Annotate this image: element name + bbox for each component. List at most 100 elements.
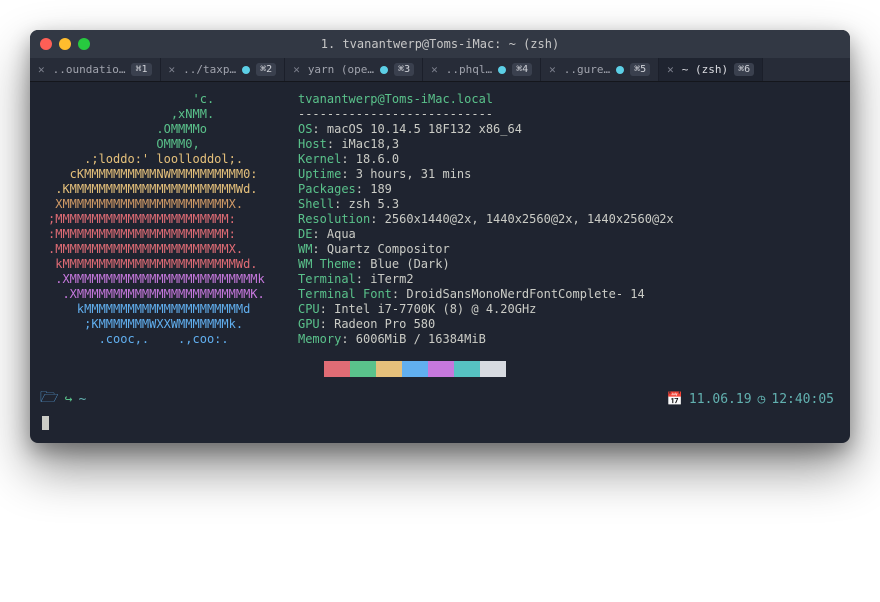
- info-row: Packages: 189: [298, 182, 674, 197]
- info-row: WM Theme: Blue (Dark): [298, 257, 674, 272]
- swatch: [324, 361, 350, 377]
- tab-label: yarn (ope…: [308, 63, 374, 76]
- info-key: Shell: [298, 197, 334, 211]
- info-key: Memory: [298, 332, 341, 346]
- info-value: : iTerm2: [356, 272, 414, 286]
- tab-close-icon[interactable]: ✕: [549, 63, 556, 76]
- tab-5[interactable]: ✕ ~ (zsh) ⌘6: [659, 58, 763, 81]
- swatch: [402, 361, 428, 377]
- ascii-line: .KMMMMMMMMMMMMMMMMMMMMMMMWd.: [48, 182, 272, 197]
- tab-3[interactable]: ✕..phql…⌘4: [423, 58, 541, 81]
- info-row: WM: Quartz Compositor: [298, 242, 674, 257]
- info-row: Kernel: 18.6.0: [298, 152, 674, 167]
- info-key: OS: [298, 122, 312, 136]
- ascii-line: XMMMMMMMMMMMMMMMMMMMMMMMX.: [48, 197, 272, 212]
- tab-label: ../taxp…: [183, 63, 236, 76]
- tab-close-icon[interactable]: ✕: [667, 63, 674, 76]
- tab-label: ..phql…: [446, 63, 492, 76]
- status-date: 11.06.19: [689, 392, 752, 407]
- swatch: [376, 361, 402, 377]
- prompt-line[interactable]: [30, 416, 850, 443]
- cursor-icon: [42, 416, 49, 430]
- folder-icon: 🗁: [40, 387, 59, 412]
- info-row: Memory: 6006MiB / 16384MiB: [298, 332, 674, 347]
- info-value: : zsh 5.3: [334, 197, 399, 211]
- ascii-line: ,xNMM.: [48, 107, 272, 122]
- ascii-line: .XMMMMMMMMMMMMMMMMMMMMMMMMK.: [48, 287, 272, 302]
- info-key: WM: [298, 242, 312, 256]
- info-key: Uptime: [298, 167, 341, 181]
- tab-bar: ✕ ..oundatio… ⌘1 ✕ ../taxp… ⌘2 ✕ yarn (ope… ⌘3 ✕.…: [30, 58, 850, 82]
- ascii-line: ;KMMMMMMMWXXWMMMMMMMk.: [48, 317, 272, 332]
- tab-label: ..gure…: [564, 63, 610, 76]
- ascii-line: .XMMMMMMMMMMMMMMMMMMMMMMMMMMk: [48, 272, 272, 287]
- info-row: CPU: Intel i7-7700K (8) @ 4.20GHz: [298, 302, 674, 317]
- tab-1[interactable]: ✕ ../taxp… ⌘2: [161, 58, 286, 81]
- info-row: Terminal: iTerm2: [298, 272, 674, 287]
- info-key: Terminal Font: [298, 287, 392, 301]
- info-row: Shell: zsh 5.3: [298, 197, 674, 212]
- info-key: Terminal: [298, 272, 356, 286]
- info-value: : Quartz Compositor: [312, 242, 449, 256]
- info-row: OS: macOS 10.14.5 18F132 x86_64: [298, 122, 674, 137]
- info-key: GPU: [298, 317, 320, 331]
- tab-shortcut: ⌘2: [256, 63, 276, 76]
- tab-4[interactable]: ✕..gure…⌘5: [541, 58, 659, 81]
- tab-shortcut: ⌘3: [394, 63, 414, 76]
- swatch: [428, 361, 454, 377]
- terminal-window: 1. tvanantwerp@Toms-iMac: ~ (zsh) ✕ ..oun…: [30, 30, 850, 443]
- tab-shortcut: ⌘6: [734, 63, 754, 76]
- ascii-line: .OMMMMo: [48, 122, 272, 137]
- info-key: Packages: [298, 182, 356, 196]
- ascii-line: 'c.: [48, 92, 272, 107]
- tab-close-icon[interactable]: ✕: [38, 63, 45, 76]
- ascii-line: cKMMMMMMMMMMNWMMMMMMMMMM0:: [48, 167, 272, 182]
- info-value: : macOS 10.14.5 18F132 x86_64: [312, 122, 522, 136]
- titlebar[interactable]: 1. tvanantwerp@Toms-iMac: ~ (zsh): [30, 30, 850, 58]
- tab-close-icon[interactable]: ✕: [293, 63, 300, 76]
- ascii-line: kMMMMMMMMMMMMMMMMMMMMMMd: [48, 302, 272, 317]
- divider: ---------------------------: [298, 107, 674, 122]
- swatch: [298, 361, 324, 377]
- ascii-line: :MMMMMMMMMMMMMMMMMMMMMMMM:: [48, 227, 272, 242]
- tab-shortcut: ⌘1: [131, 63, 151, 76]
- info-key: CPU: [298, 302, 320, 316]
- swatch: [350, 361, 376, 377]
- info-row: Terminal Font: DroidSansMonoNerdFontComp…: [298, 287, 674, 302]
- info-row: Uptime: 3 hours, 31 mins: [298, 167, 674, 182]
- info-key: Kernel: [298, 152, 341, 166]
- dirty-indicator-icon: [380, 66, 388, 74]
- tab-label: ~ (zsh): [682, 63, 728, 76]
- terminal-content[interactable]: 'c. ,xNMM. .OMMMMo OMMM0, .;loddo:' lool…: [30, 82, 850, 383]
- tab-0[interactable]: ✕ ..oundatio… ⌘1: [30, 58, 161, 81]
- info-value: : 6006MiB / 16384MiB: [341, 332, 486, 346]
- zoom-icon[interactable]: [78, 38, 90, 50]
- dirty-indicator-icon: [616, 66, 624, 74]
- ascii-line: .cooc,. .,coo:.: [48, 332, 272, 347]
- info-value: : Blue (Dark): [356, 257, 450, 271]
- tab-2[interactable]: ✕ yarn (ope… ⌘3: [285, 58, 423, 81]
- tab-close-icon[interactable]: ✕: [169, 63, 176, 76]
- arrow-icon: ↪: [65, 392, 73, 407]
- swatch: [454, 361, 480, 377]
- close-icon[interactable]: [40, 38, 52, 50]
- hostline: tvanantwerp@Toms-iMac.local: [298, 92, 493, 106]
- calendar-icon: 📅: [667, 392, 683, 407]
- info-value: : 189: [356, 182, 392, 196]
- neofetch-info: tvanantwerp@Toms-iMac.local-------------…: [298, 92, 674, 377]
- info-row: Resolution: 2560x1440@2x, 1440x2560@2x, …: [298, 212, 674, 227]
- info-value: : Aqua: [312, 227, 355, 241]
- minimize-icon[interactable]: [59, 38, 71, 50]
- info-row: Host: iMac18,3: [298, 137, 674, 152]
- tab-close-icon[interactable]: ✕: [431, 63, 438, 76]
- info-value: : DroidSansMonoNerdFontComplete- 14: [392, 287, 645, 301]
- info-row: GPU: Radeon Pro 580: [298, 317, 674, 332]
- ascii-logo: 'c. ,xNMM. .OMMMMo OMMM0, .;loddo:' lool…: [48, 92, 272, 377]
- tab-label: ..oundatio…: [53, 63, 126, 76]
- ascii-line: OMMM0,: [48, 137, 272, 152]
- info-row: DE: Aqua: [298, 227, 674, 242]
- ascii-line: .;loddo:' loolloddol;.: [48, 152, 272, 167]
- traffic-lights: [40, 38, 90, 50]
- ascii-line: kMMMMMMMMMMMMMMMMMMMMMMMMWd.: [48, 257, 272, 272]
- info-value: : Radeon Pro 580: [320, 317, 436, 331]
